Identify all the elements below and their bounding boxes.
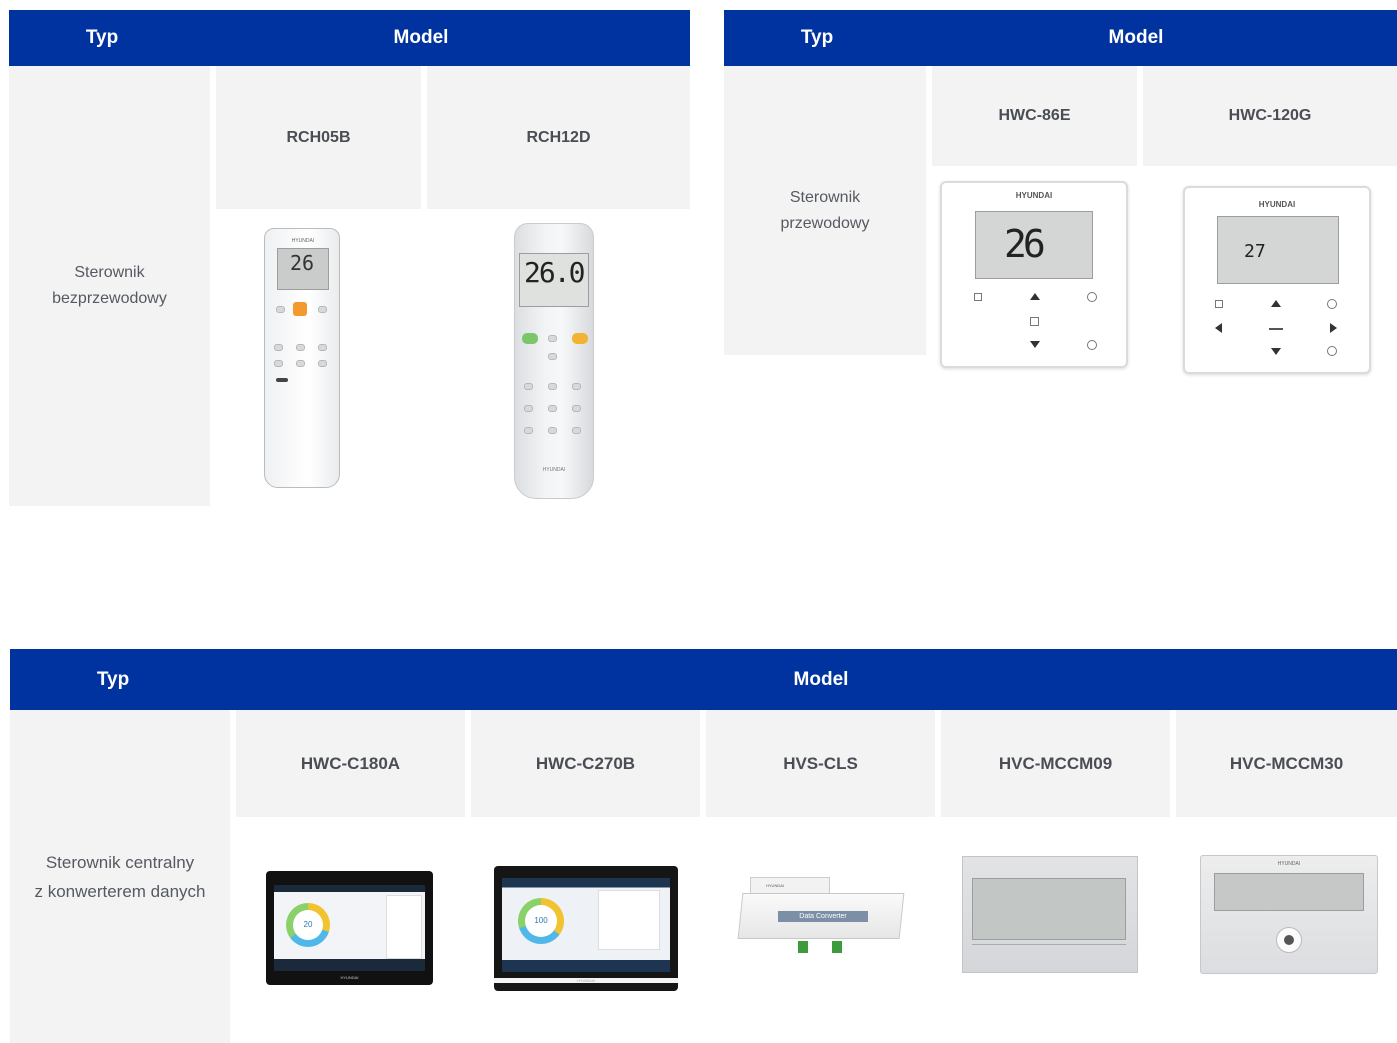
brand-label: HYUNDAI	[1015, 191, 1053, 200]
table2-type-label: Sterownik przewodowy	[780, 188, 870, 232]
table1-header: Typ Model	[9, 10, 690, 66]
table1-model-cell-rch05b: RCH05B	[216, 66, 421, 209]
rch05b-remote-image: HYUNDAI 26	[262, 228, 344, 490]
model-name: HWC-86E	[998, 107, 1071, 124]
table2-model-heading: Model	[1108, 27, 1164, 48]
model-name: HVC-MCCM30	[1229, 753, 1344, 773]
brand-label: HYUNDAI	[1258, 200, 1296, 209]
model-name: HVC-MCCM09	[998, 753, 1113, 773]
hvc-mccm30-controller-image: HYUNDAI	[1200, 855, 1378, 974]
model-name: HWC-C180A	[300, 753, 401, 773]
brand-label: HYUNDAI	[1277, 861, 1301, 867]
table3-model-cell-hvc-mccm09: HVC-MCCM09	[941, 710, 1170, 817]
rch12d-remote-image: 26.0 HYUNDAI	[512, 223, 596, 501]
table3-type-heading: Typ	[96, 668, 130, 690]
table2-model-cell-hwc86e: HWC-86E	[932, 66, 1137, 166]
brand-label: HYUNDAI	[291, 238, 315, 244]
model-name: RCH05B	[286, 128, 351, 146]
hwc86e-panel-image: HYUNDAI 26	[940, 181, 1128, 368]
table2-type-cell: Sterownik przewodowy	[724, 66, 926, 355]
model-name: HWC-C270B	[535, 753, 636, 773]
c180a-gauge-value: 20	[303, 920, 313, 929]
hwc-c180a-tablet-image: 20 HYUNDAI	[266, 871, 433, 985]
table2-model-cell-hwc120g: HWC-120G	[1143, 66, 1397, 166]
hwc86e-temp-display: 26	[1004, 222, 1046, 266]
table1-model-cell-rch12d: RCH12D	[427, 66, 690, 209]
model-name: HWC-120G	[1228, 107, 1312, 124]
table3-model-heading: Model	[793, 668, 849, 690]
model-name: HVS-CLS	[783, 753, 858, 773]
rch12d-temp-display: 26.0	[524, 256, 585, 289]
table3-model-cell-hvs-cls: HVS-CLS	[706, 710, 935, 817]
hwc120g-temp-display: 27	[1244, 241, 1266, 262]
brand-label: HYUNDAI	[340, 975, 359, 980]
table3-header: Typ Model	[10, 649, 1397, 710]
table1-type-label: Sterownik bezprzewodowy	[52, 264, 167, 307]
c270b-gauge-value: 100	[534, 916, 548, 925]
brand-label: HYUNDAI	[542, 467, 566, 473]
model-name: RCH12D	[526, 128, 591, 146]
table2-type-heading: Typ	[800, 27, 834, 48]
table3-model-cell-hvc-mccm30: HVC-MCCM30	[1176, 710, 1397, 817]
table3-type-cell: Sterownik centralny z konwerterem danych	[10, 710, 230, 1043]
hvc-mccm09-controller-image	[962, 856, 1138, 973]
table3-model-cell-hwc-c270b: HWC-C270B	[471, 710, 700, 817]
table2-header: Typ Model	[724, 10, 1397, 66]
table3-type-label: Sterownik centralny z konwerterem danych	[34, 852, 206, 901]
hvs-cls-converter-image: Data Converter HYUNDAI	[737, 877, 905, 959]
converter-label: Data Converter	[778, 911, 868, 922]
table3-model-cell-hwc-c180a: HWC-C180A	[236, 710, 465, 817]
hwc-c270b-tablet-image: 100 HYUNDAI	[494, 866, 678, 991]
table1-model-heading: Model	[393, 27, 449, 48]
hwc120g-panel-image: HYUNDAI 27	[1183, 186, 1371, 374]
brand-label: HYUNDAI	[494, 978, 678, 983]
brand-label: HYUNDAI	[766, 883, 785, 888]
table1-type-cell: Sterownik bezprzewodowy	[9, 66, 210, 506]
rch05b-temp-display: 26	[290, 251, 315, 275]
table1-type-heading: Typ	[85, 27, 119, 48]
